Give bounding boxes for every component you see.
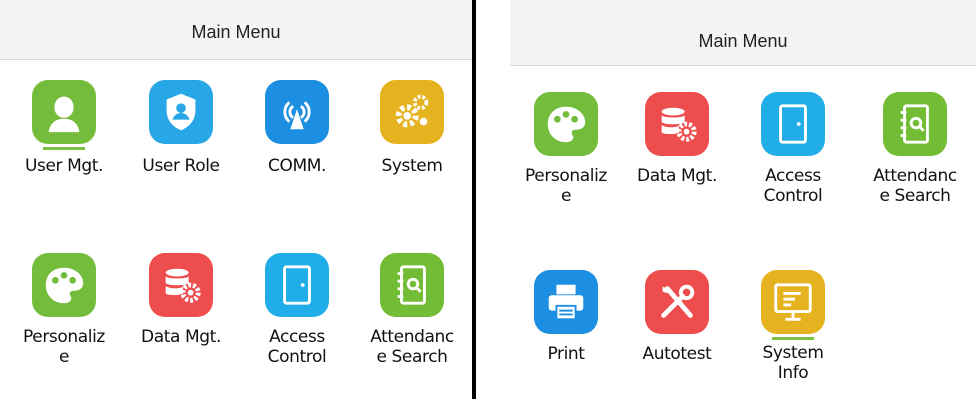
menu-item-autotest[interactable]: Autotest <box>621 270 733 364</box>
palette-icon <box>32 253 96 317</box>
user-role-shield-icon <box>149 80 213 144</box>
menu-item-user-role[interactable]: User Role <box>125 80 237 176</box>
monitor-info-icon <box>761 270 825 334</box>
menu-item-data-mgt[interactable]: Data Mgt. <box>621 92 733 186</box>
attendance-book-icon <box>380 253 444 317</box>
menu-item-label: Data Mgt. <box>637 166 717 186</box>
printer-icon <box>534 270 598 334</box>
menu-item-label: Access Control <box>267 327 327 367</box>
selected-item-underline <box>772 337 814 340</box>
selected-item-underline <box>43 147 85 150</box>
user-icon <box>32 80 96 144</box>
gears-icon <box>380 80 444 144</box>
main-menu-title: Main Menu <box>510 0 976 66</box>
menu-item-access-control[interactable]: Access Control <box>737 92 849 206</box>
palette-icon <box>534 92 598 156</box>
menu-item-label: User Role <box>142 156 220 176</box>
menu-item-system-info[interactable]: System Info <box>737 270 849 383</box>
menu-item-comm[interactable]: COMM. <box>241 80 353 176</box>
menu-item-system[interactable]: System <box>356 80 468 176</box>
menu-item-label: Print <box>547 344 585 364</box>
tools-icon <box>645 270 709 334</box>
menu-item-access-control[interactable]: Access Control <box>241 253 353 367</box>
door-icon <box>761 92 825 156</box>
menu-item-attendance-search[interactable]: Attendanc e Search <box>356 253 468 367</box>
menu-item-label: User Mgt. <box>24 156 104 176</box>
menu-item-data-mgt[interactable]: Data Mgt. <box>125 253 237 347</box>
menu-item-label: Personaliz e <box>23 327 105 367</box>
menu-item-label: System Info <box>762 343 824 383</box>
right-main-menu-screen: Main Menu Personaliz e Data Mgt. Access … <box>510 0 976 399</box>
menu-item-label: Access Control <box>763 166 823 206</box>
menu-item-personalize[interactable]: Personaliz e <box>8 253 120 367</box>
menu-item-label: Attendanc e Search <box>873 166 957 206</box>
menu-item-label: COMM. <box>268 156 326 176</box>
database-gear-icon <box>149 253 213 317</box>
menu-item-label: Personaliz e <box>525 166 607 206</box>
main-menu-title: Main Menu <box>0 0 472 60</box>
attendance-book-icon <box>883 92 947 156</box>
door-icon <box>265 253 329 317</box>
wireless-signal-icon <box>265 80 329 144</box>
menu-item-label: Data Mgt. <box>141 327 221 347</box>
menu-item-print[interactable]: Print <box>510 270 622 364</box>
database-gear-icon <box>645 92 709 156</box>
menu-item-label: Autotest <box>642 344 712 364</box>
left-main-menu-screen: Main Menu User Mgt. User Role COMM. Syst… <box>0 0 476 399</box>
menu-item-user-mgt[interactable]: User Mgt. <box>8 80 120 176</box>
menu-item-label: System <box>381 156 443 176</box>
menu-item-attendance-search[interactable]: Attendanc e Search <box>859 92 971 206</box>
menu-item-personalize[interactable]: Personaliz e <box>510 92 622 206</box>
menu-item-label: Attendanc e Search <box>370 327 454 367</box>
